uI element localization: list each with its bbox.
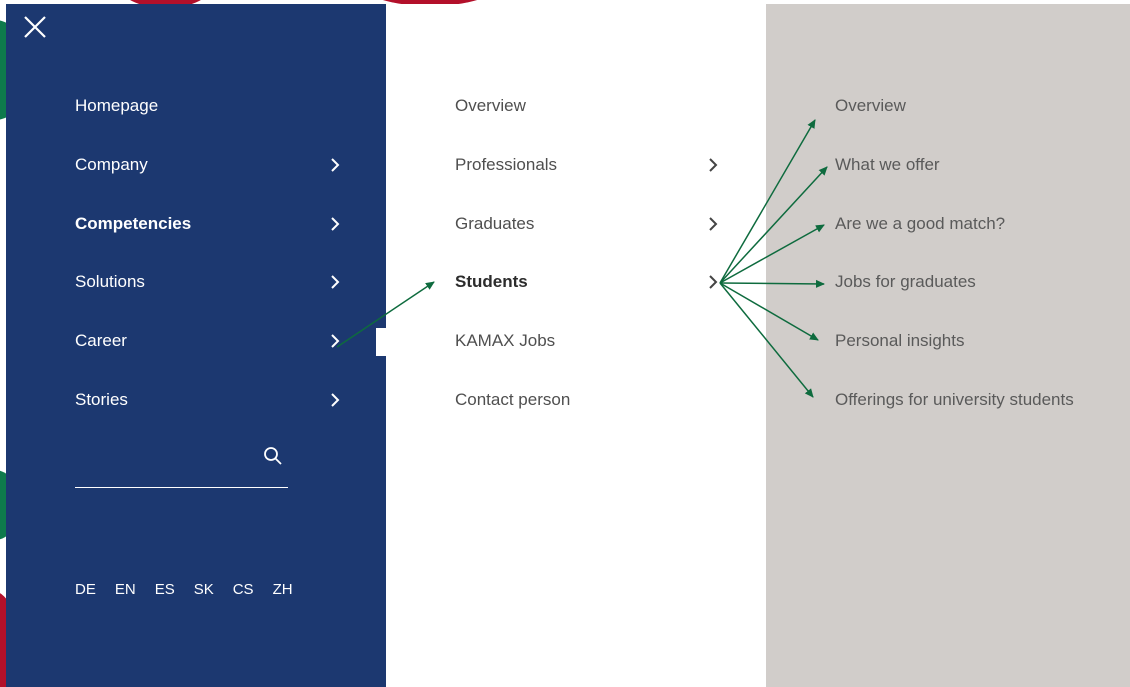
nav-item-solutions[interactable]: Solutions: [75, 266, 350, 298]
submenu-item-label: Students: [455, 272, 528, 291]
chevron-right-icon: [330, 157, 340, 173]
close-icon[interactable]: [22, 14, 48, 40]
search-field: [75, 440, 288, 488]
third-item-offerings-university[interactable]: Offerings for university students: [835, 384, 1115, 416]
submenu-item-overview[interactable]: Overview: [455, 90, 725, 122]
nav-item-stories[interactable]: Stories: [75, 384, 350, 416]
submenu-item-students[interactable]: Students: [455, 266, 725, 298]
language-es[interactable]: ES: [155, 578, 175, 602]
nav-item-company[interactable]: Company: [75, 149, 350, 181]
chevron-right-icon: [330, 392, 340, 408]
chevron-right-icon: [330, 333, 340, 349]
third-item-personal-insights[interactable]: Personal insights: [835, 325, 1115, 357]
language-zh[interactable]: ZH: [273, 578, 293, 602]
active-marker: [756, 269, 766, 297]
submenu-item-professionals[interactable]: Professionals: [455, 149, 725, 181]
nav-item-label: Homepage: [75, 96, 159, 115]
nav-item-homepage[interactable]: Homepage: [75, 90, 350, 122]
third-item-overview[interactable]: Overview: [835, 90, 1115, 122]
nav-item-career[interactable]: Career: [75, 325, 350, 357]
third-item-good-match[interactable]: Are we a good match?: [835, 208, 1115, 240]
chevron-right-icon: [708, 274, 718, 290]
submenu-item-contact-person[interactable]: Contact person: [455, 384, 725, 416]
submenu-item-label: Professionals: [455, 155, 558, 174]
third-item-label: Offerings for university students: [835, 390, 1074, 409]
submenu-item-label: KAMAX Jobs: [455, 331, 556, 350]
chevron-right-icon: [708, 157, 718, 173]
language-en[interactable]: EN: [115, 578, 136, 602]
third-item-label: Overview: [835, 96, 906, 115]
nav-item-label: Solutions: [75, 272, 145, 291]
nav-item-label: Career: [75, 331, 127, 350]
nav-item-label: Company: [75, 155, 148, 174]
third-item-what-we-offer[interactable]: What we offer: [835, 149, 1115, 181]
submenu-item-graduates[interactable]: Graduates: [455, 208, 725, 240]
third-item-label: Are we a good match?: [835, 214, 1006, 233]
language-cs[interactable]: CS: [233, 578, 254, 602]
chevron-right-icon: [708, 216, 718, 232]
search-input[interactable]: [75, 448, 250, 478]
language-sk[interactable]: SK: [194, 578, 214, 602]
third-item-label: What we offer: [835, 155, 940, 174]
active-marker: [376, 328, 386, 356]
nav-item-label: Competencies: [75, 214, 192, 233]
third-item-label: Jobs for graduates: [835, 272, 976, 291]
submenu-item-label: Graduates: [455, 214, 535, 233]
menu-overlay: Homepage Company Competencies Solutions …: [0, 0, 1130, 687]
submenu-item-label: Contact person: [455, 390, 571, 409]
chevron-right-icon: [330, 216, 340, 232]
search-icon[interactable]: [263, 446, 285, 468]
chevron-right-icon: [330, 274, 340, 290]
submenu-item-kamax-jobs[interactable]: KAMAX Jobs: [455, 325, 725, 357]
language-switcher: DE EN ES SK CS ZH: [75, 578, 312, 602]
third-item-label: Personal insights: [835, 331, 965, 350]
nav-item-competencies[interactable]: Competencies: [75, 208, 350, 240]
nav-item-label: Stories: [75, 390, 128, 409]
third-item-jobs-for-graduates[interactable]: Jobs for graduates: [835, 266, 1115, 298]
language-de[interactable]: DE: [75, 578, 96, 602]
submenu-item-label: Overview: [455, 96, 526, 115]
